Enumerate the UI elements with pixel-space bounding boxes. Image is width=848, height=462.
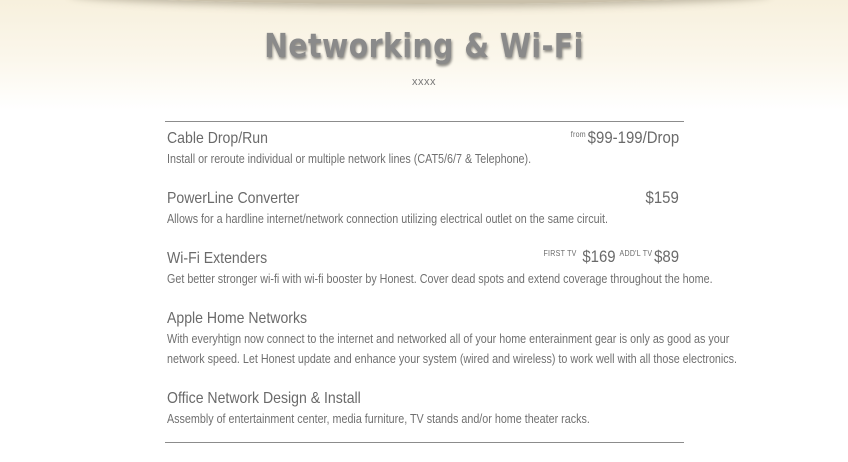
service-description-line1: With everyhtign now connect to the inter…: [167, 332, 730, 346]
top-banner-arc: [70, 0, 770, 4]
service-title: Wi-Fi Extenders: [167, 250, 268, 267]
price-prefix: from: [570, 130, 586, 139]
service-title: PowerLine Converter: [167, 190, 300, 207]
price-addl-label: ADD'L TV: [619, 249, 653, 258]
service-title: Cable Drop/Run: [167, 130, 268, 147]
price-addl-value: $89: [654, 247, 679, 266]
page-title: Networking & Wi-Fi: [264, 26, 584, 65]
price-first-label: FIRST TV: [543, 249, 577, 258]
bottom-divider: [165, 442, 684, 443]
page-subtitle: xxxx: [412, 76, 436, 88]
price-value: $99-199/Drop: [587, 128, 679, 147]
service-description: Assembly of entertainment center, media …: [167, 412, 590, 426]
top-divider: [165, 121, 684, 122]
price-powerline: $159: [646, 188, 679, 208]
service-title: Apple Home Networks: [167, 310, 308, 327]
service-description: Install or reroute individual or multipl…: [167, 152, 532, 166]
service-apple-home-networks: Apple Home Networks With everyhtign now …: [167, 309, 767, 369]
price-cable-drop: from $99-199/Drop: [571, 128, 679, 148]
service-description: Allows for a hardline internet/network c…: [167, 212, 608, 226]
service-description: Get better stronger wi-fi with wi-fi boo…: [167, 272, 713, 286]
price-first-value: $169: [582, 247, 616, 266]
service-title: Office Network Design & Install: [167, 390, 361, 407]
price-wifi-extenders: FIRST TV $169 ADD'L TV $89: [543, 247, 679, 267]
price-value: $159: [645, 188, 679, 207]
service-office-network: Office Network Design & Install Assembly…: [167, 389, 767, 429]
service-description-line2: network speed. Let Honest update and enh…: [167, 352, 738, 366]
